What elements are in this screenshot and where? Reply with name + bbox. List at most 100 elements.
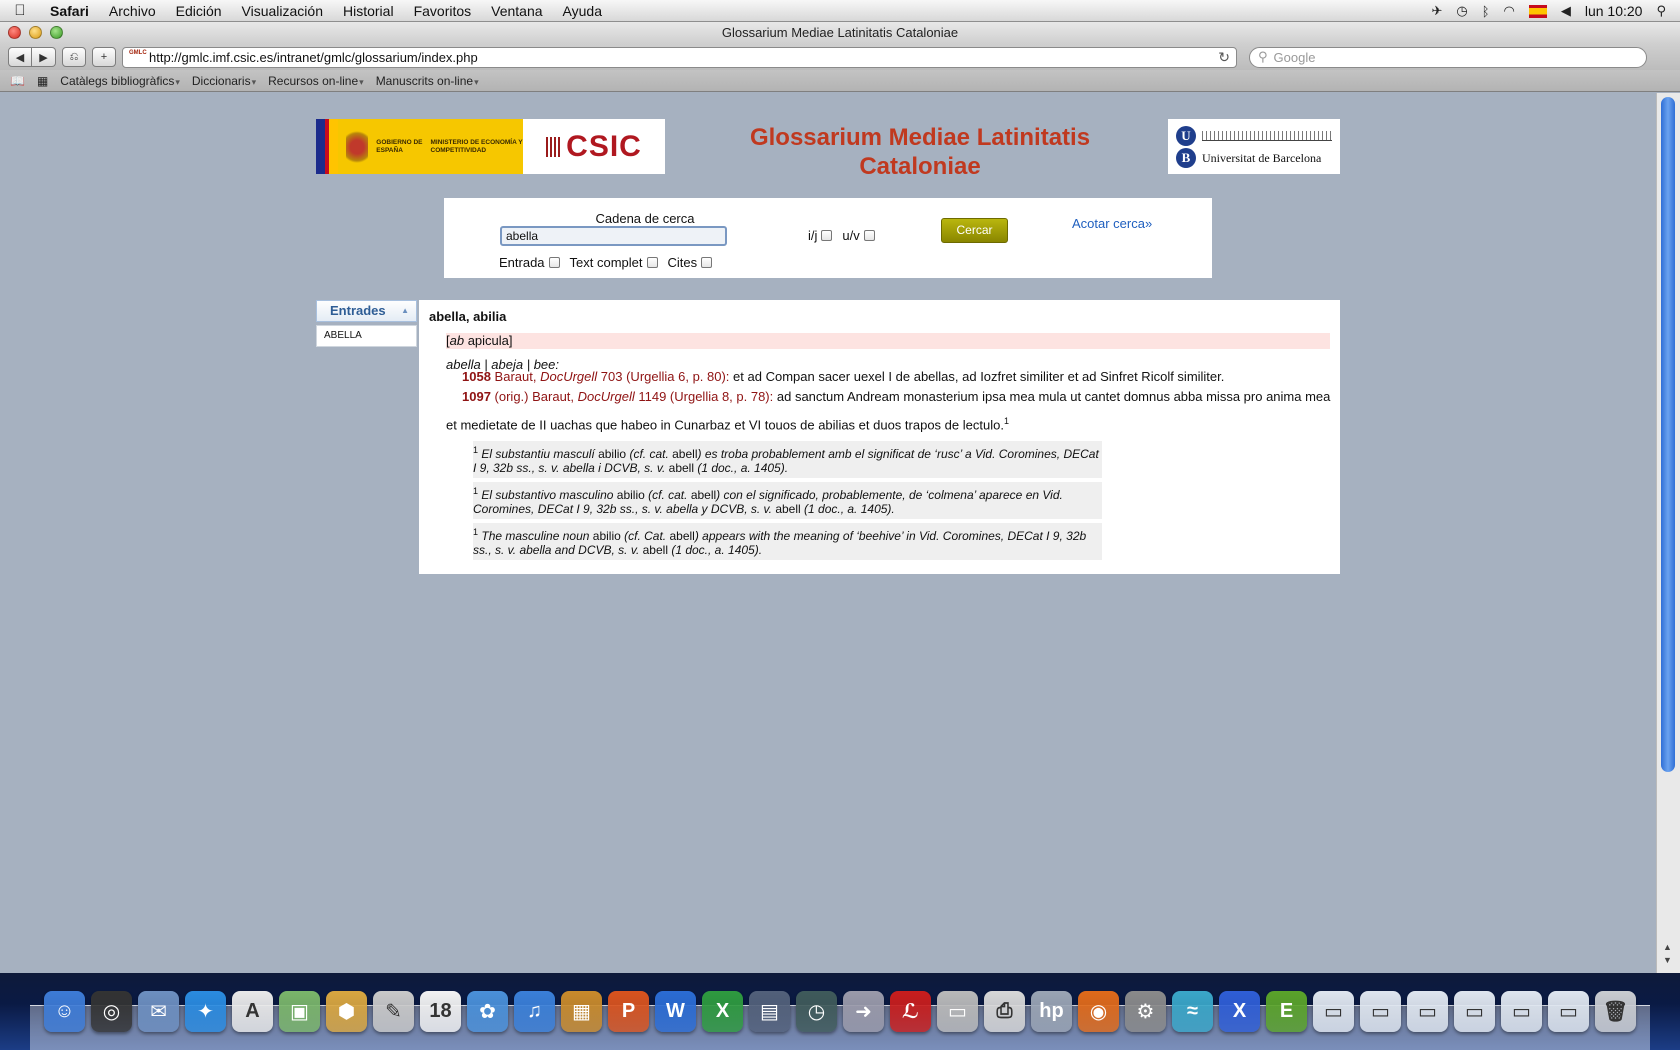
bookmark-catalegs[interactable]: Catàlegs bibliogràfics — [60, 74, 180, 88]
menu-historial[interactable]: Historial — [333, 3, 404, 19]
ical-icon[interactable]: 18 — [420, 991, 461, 1032]
window-thumbnail-5-icon[interactable]: ▭ — [1501, 991, 1542, 1032]
network-icon[interactable]: ≈ — [1172, 991, 1213, 1032]
time-machine-status-icon[interactable]: ◷ — [1456, 3, 1467, 19]
ij-checkbox[interactable] — [821, 230, 833, 241]
acotar-cerca-link[interactable]: Acotar cerca» — [1072, 216, 1152, 231]
word-icon[interactable]: W — [655, 991, 696, 1032]
window-thumbnail-4-icon[interactable]: ▭ — [1454, 991, 1495, 1032]
citation-author: Baraut, — [494, 369, 537, 384]
window-thumbnail-2-icon[interactable]: ▭ — [1360, 991, 1401, 1032]
cercar-button[interactable]: Cercar — [941, 218, 1008, 243]
note-word-abell-2: abell — [668, 461, 694, 475]
menu-archivo[interactable]: Archivo — [99, 3, 166, 19]
window-thumbnail-3-icon[interactable]: ▭ — [1407, 991, 1448, 1032]
zoom-window-button[interactable] — [50, 26, 63, 39]
wifi-icon[interactable]: ◠ — [1504, 3, 1515, 19]
dashboard-icon[interactable]: ◎ — [91, 991, 132, 1032]
window-thumbnail-1-icon[interactable]: ▭ — [1313, 991, 1354, 1032]
safari-icon[interactable]: ✦ — [185, 991, 226, 1032]
hp-icon[interactable]: hp — [1031, 991, 1072, 1032]
spotlight-icon[interactable]: ⚲ — [1656, 3, 1666, 19]
etymology-post: apicula] — [464, 333, 513, 348]
minimize-window-button[interactable] — [29, 26, 42, 39]
time-machine-icon[interactable]: ◷ — [796, 991, 837, 1032]
bookmark-diccionaris[interactable]: Diccionaris — [192, 74, 256, 88]
note-word-abilio: abilio — [616, 488, 645, 502]
scanner-icon[interactable]: ▭ — [937, 991, 978, 1032]
printer-icon[interactable]: ⎙ — [984, 991, 1025, 1032]
evernote-icon[interactable]: E — [1266, 991, 1307, 1032]
migration-icon[interactable]: ➜ — [843, 991, 884, 1032]
mail-icon[interactable]: ✉ — [138, 991, 179, 1032]
image-capture-icon[interactable]: ▦ — [561, 991, 602, 1032]
footnote-mark: 1 — [473, 527, 479, 537]
entry-item-abella[interactable]: ABELLA — [316, 325, 417, 347]
bookmark-recursos[interactable]: Recursos on-line — [268, 74, 364, 88]
bookmark-manuscrits[interactable]: Manuscrits on-line — [376, 74, 479, 88]
scroll-arrows-icon[interactable]: ▲ ▼ — [1663, 941, 1672, 967]
script-menu-icon[interactable]: ✈ — [1431, 3, 1442, 19]
google-search-field[interactable]: ⚲ Google — [1249, 46, 1647, 68]
text-complet-checkbox[interactable] — [646, 257, 658, 268]
add-bookmark-button[interactable]: + — [92, 47, 116, 67]
entries-header[interactable]: Entrades ▲ — [316, 300, 417, 322]
firefox-icon[interactable]: ◉ — [1078, 991, 1119, 1032]
article-headword: abella, abilia — [429, 309, 507, 324]
menu-favoritos[interactable]: Favoritos — [404, 3, 482, 19]
entrada-label: Entrada — [499, 255, 545, 270]
search-input[interactable] — [500, 226, 727, 246]
ub-logo[interactable]: U B Universitat de Barcelona — [1168, 119, 1340, 174]
note-text-b: (cf. cat. — [644, 488, 691, 502]
search-placeholder: Google — [1273, 49, 1316, 65]
entrada-checkbox[interactable] — [548, 257, 560, 268]
window-thumbnail-6-icon[interactable]: ▭ — [1548, 991, 1589, 1032]
collapse-arrow-icon[interactable]: ▲ — [401, 301, 409, 321]
url-text[interactable]: http://gmlc.imf.csic.es/intranet/gmlc/gl… — [149, 50, 1212, 65]
excel-icon[interactable]: X — [702, 991, 743, 1032]
textedit-icon[interactable]: A — [232, 991, 273, 1032]
menu-app-safari[interactable]: Safari — [40, 3, 99, 19]
reading-list-icon[interactable]: 📖 — [10, 74, 25, 88]
menu-ayuda[interactable]: Ayuda — [553, 3, 612, 19]
menu-clock[interactable]: lun 10:20 — [1585, 3, 1643, 19]
menu-visualizacion[interactable]: Visualización — [232, 3, 333, 19]
citation-year: 1097 — [462, 389, 491, 404]
x11-icon[interactable]: X — [1219, 991, 1260, 1032]
system-preferences-icon[interactable]: ⚙ — [1125, 991, 1166, 1032]
itunes-icon[interactable]: ♫ — [514, 991, 555, 1032]
back-button[interactable]: ◀ — [8, 47, 32, 67]
menu-edicion[interactable]: Edición — [166, 3, 232, 19]
scrollbar-thumb[interactable] — [1661, 97, 1675, 772]
close-window-button[interactable] — [8, 26, 21, 39]
ub-name: Universitat de Barcelona — [1202, 150, 1322, 165]
bluetooth-icon[interactable]: ᛒ — [1482, 4, 1490, 19]
volume-icon[interactable]: ◀ — [1561, 3, 1571, 19]
spaces-icon[interactable]: ▤ — [749, 991, 790, 1032]
finder-icon[interactable]: ☺ — [44, 991, 85, 1032]
iphoto-icon[interactable]: ✿ — [467, 991, 508, 1032]
cites-checkbox[interactable] — [701, 257, 713, 268]
footnote-ref[interactable]: 1 — [1004, 416, 1009, 426]
top-sites-grid-icon[interactable]: ▦ — [37, 74, 48, 88]
note-text-b: (cf. cat. — [626, 447, 673, 461]
trash-icon[interactable]: 🗑 — [1595, 991, 1636, 1032]
snapback-icon[interactable]: ⎌ — [62, 47, 86, 67]
preview-icon[interactable]: ▣ — [279, 991, 320, 1032]
ub-building-icon — [1202, 131, 1332, 141]
reload-icon[interactable]: ↻ — [1218, 49, 1230, 66]
acrobat-icon[interactable]: ℒ — [890, 991, 931, 1032]
menu-ventana[interactable]: Ventana — [481, 3, 552, 19]
uv-checkbox[interactable] — [863, 230, 875, 241]
powerpoint-icon[interactable]: P — [608, 991, 649, 1032]
forward-button[interactable]: ▶ — [32, 47, 56, 67]
citation-ref: 703 (Urgellia 6, p. 80): — [600, 369, 730, 384]
installer-icon[interactable]: ⬢ — [326, 991, 367, 1032]
window-controls — [8, 26, 63, 39]
page-scrollbar[interactable]: ▲ ▼ — [1656, 93, 1680, 973]
apple-menu-icon[interactable]:  — [0, 2, 40, 19]
gobierno-csic-logo[interactable]: GOBIERNO DE ESPAÑA MINISTERIO DE ECONOMÍ… — [316, 119, 665, 174]
script-editor-icon[interactable]: ✎ — [373, 991, 414, 1032]
address-bar[interactable]: GMLC http://gmlc.imf.csic.es/intranet/gm… — [122, 46, 1237, 68]
input-source-flag-icon[interactable] — [1528, 4, 1547, 18]
